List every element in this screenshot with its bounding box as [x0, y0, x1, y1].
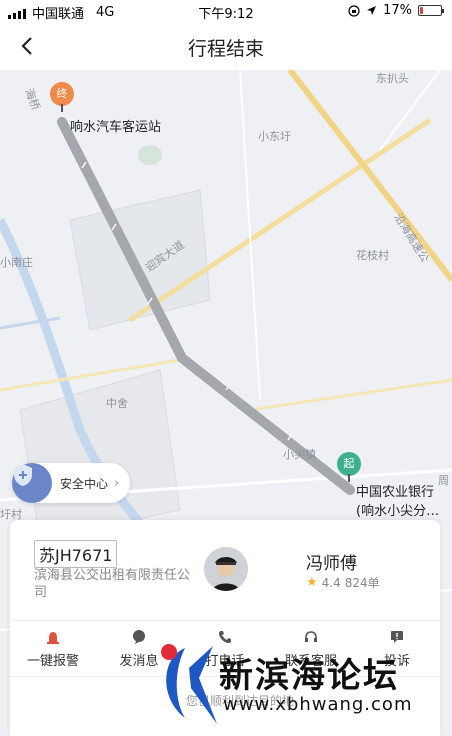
phone-icon — [219, 631, 231, 643]
location-arrow-icon — [367, 6, 377, 15]
customer-service-label: 联系客服 — [284, 654, 337, 669]
map-label-dongpi: 东扒头 — [376, 72, 409, 85]
rotation-lock-icon — [348, 4, 360, 17]
order-count: 824单 — [344, 576, 380, 590]
map-label-huazhi: 花枝村 — [356, 249, 389, 262]
driver-avatar[interactable] — [204, 547, 248, 591]
divider — [10, 620, 440, 621]
call-button[interactable]: 打电话 — [182, 628, 268, 678]
emergency-alarm-button[interactable]: 一键报警 — [10, 628, 96, 678]
end-place-label: 响水汽车客运站 — [70, 120, 162, 135]
taxi-company: 滨海县公交出租有限责任公司 — [34, 568, 191, 600]
battery-icon — [418, 5, 444, 16]
end-pin[interactable]: 终 — [50, 82, 74, 112]
start-place-label-line2: (响水小尖分… — [356, 504, 440, 519]
start-pin[interactable]: 起 — [337, 452, 361, 482]
map-label-zhongshe: 中舍 — [106, 397, 128, 410]
message-icon — [133, 630, 145, 644]
page-title: 行程结束 — [187, 38, 264, 60]
action-bar: 一键报警 发消息 打电话 联系客服 投诉 — [10, 628, 440, 678]
alarm-icon — [47, 632, 59, 644]
chevron-right-icon: › — [114, 475, 120, 491]
driver-rating: ★ 4.4 824单 — [306, 574, 380, 591]
call-label: 打电话 — [205, 654, 245, 669]
status-bar: 中国联通 4G 下午9:12 17% — [0, 0, 452, 22]
divider — [10, 676, 440, 677]
map-label-zhou: 周 — [438, 474, 449, 487]
customer-service-button[interactable]: 联系客服 — [268, 628, 354, 678]
emergency-alarm-label: 一键报警 — [26, 654, 79, 669]
rating-value: 4.4 — [321, 575, 341, 590]
battery-percent: 17% — [383, 3, 412, 18]
send-message-button[interactable]: 发消息 — [96, 628, 182, 678]
send-message-label: 发消息 — [119, 654, 159, 669]
headset-icon — [305, 631, 317, 642]
complaint-label: 投诉 — [383, 654, 410, 669]
shield-plus-icon — [12, 463, 52, 503]
battery-fill — [420, 7, 424, 14]
safety-center-button[interactable]: 安全中心 › — [12, 463, 130, 503]
complaint-icon — [391, 631, 403, 643]
driver-name: 冯师傅 — [306, 554, 357, 574]
map-label-xiaodong: 小东圩 — [258, 130, 291, 143]
arrival-notice: 您已顺利到达目的地 — [186, 694, 295, 708]
safety-center-label: 安全中心 — [60, 476, 109, 491]
start-place-label-line1: 中国农业银行 — [356, 485, 435, 500]
license-plate: 苏JH7671 — [34, 540, 118, 568]
complaint-button[interactable]: 投诉 — [354, 628, 440, 678]
map-label-xiaonan: 小南庄 — [0, 256, 33, 269]
driver-card: 苏JH7671 滨海县公交出租有限责任公司 冯师傅 ★ 4.4 824单 一键报… — [10, 520, 440, 736]
star-icon: ★ — [306, 575, 318, 590]
nav-bar: 行程结束 — [0, 22, 452, 70]
map-label-xiaojian: 小尖镇 — [283, 448, 316, 461]
